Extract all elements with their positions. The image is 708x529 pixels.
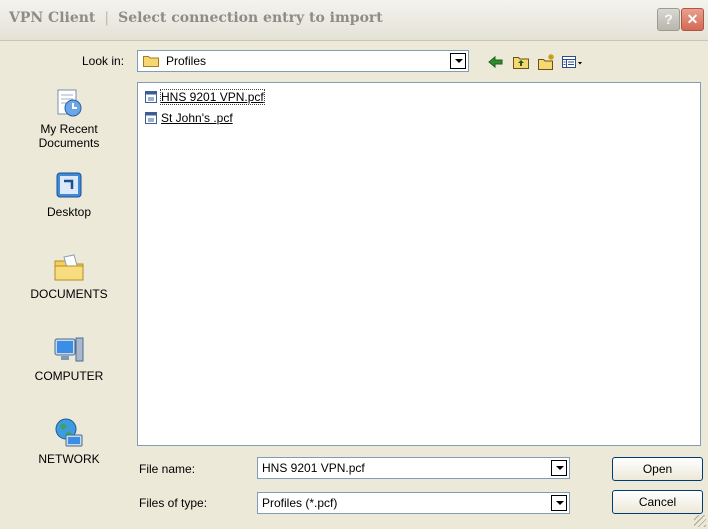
back-arrow-icon[interactable] — [487, 53, 505, 71]
place-network[interactable]: NETWORK — [10, 416, 128, 466]
file-name-text: St John's .pcf — [161, 111, 233, 125]
place-desktop[interactable]: Desktop — [10, 169, 128, 219]
place-computer[interactable]: COMPUTER — [10, 333, 128, 383]
recent-documents-icon — [57, 89, 82, 117]
close-button[interactable]: ✕ — [681, 8, 704, 31]
chevron-down-icon[interactable] — [551, 495, 567, 511]
computer-icon — [54, 337, 84, 362]
app-name: VPN Client — [9, 10, 96, 26]
file-type-select[interactable]: Profiles (*.pcf) — [257, 492, 570, 514]
desktop-icon — [56, 172, 82, 198]
up-folder-icon[interactable] — [512, 53, 530, 71]
cancel-button[interactable]: Cancel — [612, 490, 703, 514]
list-item[interactable]: HNS 9201 VPN.pcf — [144, 89, 265, 105]
place-label: My Recent Documents — [38, 122, 100, 150]
file-name-field[interactable]: HNS 9201 VPN.pcf — [257, 457, 570, 479]
place-label: NETWORK — [38, 452, 100, 466]
file-type-label: Files of type: — [139, 496, 208, 510]
window-title: VPN Client | Select connection entry to im… — [9, 10, 383, 26]
views-menu-icon[interactable] — [561, 53, 585, 71]
place-label: COMPUTER — [34, 369, 104, 383]
folder-icon — [143, 56, 159, 67]
file-type-value: Profiles (*.pcf) — [262, 496, 338, 510]
pcf-file-icon — [145, 91, 157, 103]
place-label: DOCUMENTS — [30, 287, 108, 301]
look-in-dropdown[interactable]: Profiles — [137, 50, 469, 72]
dialog-title: Select connection entry to import — [118, 10, 383, 26]
open-button[interactable]: Open — [612, 457, 703, 481]
resize-grip[interactable] — [694, 515, 706, 527]
place-recent-documents[interactable]: My Recent Documents — [10, 86, 128, 150]
file-name-value: HNS 9201 VPN.pcf — [262, 461, 365, 475]
look-in-label: Look in: — [82, 54, 125, 68]
file-name-dropdown[interactable] — [549, 458, 569, 478]
place-documents[interactable]: DOCUMENTS — [10, 251, 128, 301]
documents-folder-icon — [54, 254, 84, 281]
file-name-label: File name: — [139, 462, 196, 476]
look-in-value: Profiles — [166, 54, 207, 68]
network-globe-icon — [55, 418, 83, 447]
file-list[interactable]: HNS 9201 VPN.pcf St John's .pcf — [137, 82, 701, 446]
chevron-down-icon[interactable] — [450, 53, 466, 69]
place-label: Desktop — [46, 205, 92, 219]
title-bar: VPN Client | Select connection entry to im… — [0, 0, 708, 41]
places-bar: My Recent Documents Desktop DOCUMENTS CO… — [10, 83, 128, 478]
list-item[interactable]: St John's .pcf — [144, 110, 233, 126]
file-name-text: HNS 9201 VPN.pcf — [160, 89, 265, 105]
title-separator: | — [104, 10, 110, 26]
new-folder-icon[interactable] — [537, 53, 555, 71]
help-button[interactable]: ? — [657, 8, 680, 31]
file-type-dropdown[interactable] — [549, 493, 569, 513]
chevron-down-icon[interactable] — [551, 460, 567, 476]
pcf-file-icon — [145, 112, 157, 124]
